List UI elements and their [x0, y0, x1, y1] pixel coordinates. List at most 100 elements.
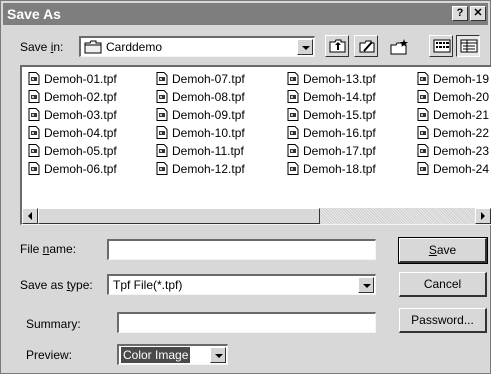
file-item[interactable]: Demoh-04.tpf — [28, 125, 117, 141]
tpf-file-icon — [287, 162, 299, 175]
chevron-down-icon[interactable] — [358, 277, 374, 293]
file-name: Demoh-19 — [433, 72, 490, 86]
file-item[interactable]: Demoh-19 — [417, 71, 489, 87]
scroll-right-button[interactable] — [475, 208, 491, 224]
chevron-down-icon[interactable] — [297, 39, 313, 55]
file-item[interactable]: Demoh-23 — [417, 143, 489, 159]
file-name: Demoh-10.tpf — [172, 126, 245, 140]
file-name: Demoh-01.tpf — [44, 72, 117, 86]
tpf-file-icon — [28, 126, 40, 139]
file-list[interactable]: Demoh-01.tpf Demoh-02.tpf Demoh-03.tpf Demo… — [20, 65, 491, 225]
tpf-file-icon — [417, 108, 429, 121]
chevron-down-icon[interactable] — [210, 347, 226, 363]
new-folder-button[interactable] — [354, 35, 378, 57]
tpf-file-icon — [287, 108, 299, 121]
chevron-right-icon — [481, 212, 485, 220]
file-item[interactable]: Demoh-24 — [417, 161, 489, 177]
summary-input[interactable] — [117, 312, 376, 333]
file-item[interactable]: Demoh-13.tpf — [287, 71, 376, 87]
file-name: Demoh-04.tpf — [44, 126, 117, 140]
chevron-left-icon — [28, 212, 32, 220]
tpf-file-icon — [28, 90, 40, 103]
tpf-file-icon — [287, 144, 299, 157]
tpf-file-icon — [28, 72, 40, 85]
save-as-type-value: Tpf File(*.tpf) — [113, 278, 183, 292]
file-name-input[interactable] — [107, 239, 376, 260]
tpf-file-icon — [417, 144, 429, 157]
file-item[interactable]: Demoh-03.tpf — [28, 107, 117, 123]
file-item[interactable]: Demoh-15.tpf — [287, 107, 376, 123]
file-name: Demoh-09.tpf — [172, 108, 245, 122]
file-name: Demoh-23 — [433, 144, 490, 158]
tpf-file-icon — [156, 144, 168, 157]
up-one-level-button[interactable] — [325, 35, 349, 57]
file-item[interactable]: Demoh-20 — [417, 89, 489, 105]
preview-dropdown[interactable]: Color Image — [117, 344, 228, 365]
file-item[interactable]: Demoh-05.tpf — [28, 143, 117, 159]
file-item[interactable]: Demoh-09.tpf — [156, 107, 245, 123]
file-item[interactable]: Demoh-10.tpf — [156, 125, 245, 141]
file-name: Demoh-02.tpf — [44, 90, 117, 104]
preview-value: Color Image — [121, 347, 191, 363]
file-name-label: File name: — [20, 242, 77, 256]
details-view-button[interactable] — [456, 35, 480, 57]
save-as-type-dropdown[interactable]: Tpf File(*.tpf) — [107, 274, 376, 295]
folder-icon — [84, 40, 102, 57]
close-button[interactable]: ✕ — [470, 6, 486, 21]
password-button[interactable]: Password... — [399, 308, 487, 333]
file-name: Demoh-13.tpf — [303, 72, 376, 86]
title-bar[interactable]: Save As ? ✕ — [3, 3, 488, 25]
tpf-file-icon — [417, 72, 429, 85]
save-in-value: Carddemo — [106, 40, 163, 54]
file-name: Demoh-03.tpf — [44, 108, 117, 122]
details-view-icon — [460, 39, 478, 53]
file-item[interactable]: Demoh-08.tpf — [156, 89, 245, 105]
tpf-file-icon — [417, 126, 429, 139]
save-in-label: Save in: — [20, 40, 64, 54]
tpf-file-icon — [156, 72, 168, 85]
save-as-type-label: Save as type: — [20, 278, 93, 292]
scroll-left-button[interactable] — [22, 208, 38, 224]
up-one-level-icon — [329, 39, 346, 53]
tpf-file-icon — [156, 162, 168, 175]
preview-label: Preview: — [26, 348, 73, 362]
file-item[interactable]: Demoh-01.tpf — [28, 71, 117, 87]
file-name: Demoh-22 — [433, 126, 490, 140]
file-name: Demoh-11.tpf — [172, 144, 244, 158]
file-item[interactable]: Demoh-02.tpf — [28, 89, 117, 105]
summary-label: Summary: — [26, 317, 81, 331]
file-item[interactable]: Demoh-17.tpf — [287, 143, 376, 159]
file-item[interactable]: Demoh-06.tpf — [28, 161, 117, 177]
file-name: Demoh-12.tpf — [172, 162, 245, 176]
cancel-button[interactable]: Cancel — [399, 272, 487, 297]
file-item[interactable]: Demoh-16.tpf — [287, 125, 376, 141]
file-name: Demoh-16.tpf — [303, 126, 376, 140]
file-item[interactable]: Demoh-12.tpf — [156, 161, 245, 177]
file-item[interactable]: Demoh-14.tpf — [287, 89, 376, 105]
file-name: Demoh-05.tpf — [44, 144, 117, 158]
tpf-file-icon — [417, 162, 429, 175]
file-item[interactable]: Demoh-22 — [417, 125, 489, 141]
scroll-thumb[interactable] — [38, 208, 320, 224]
file-name: Demoh-24 — [433, 162, 490, 176]
file-item[interactable]: Demoh-18.tpf — [287, 161, 376, 177]
file-item[interactable]: Demoh-11.tpf — [156, 143, 244, 159]
file-item[interactable]: Demoh-21 — [417, 107, 489, 123]
tpf-file-icon — [156, 108, 168, 121]
save-as-dialog: Save As ? ✕ Save in: Carddemo Demoh-01.t… — [0, 0, 491, 374]
save-in-dropdown[interactable]: Carddemo — [79, 36, 315, 57]
new-folder-icon — [359, 40, 375, 53]
file-name: Demoh-07.tpf — [172, 72, 245, 86]
file-name: Demoh-21 — [433, 108, 490, 122]
file-name: Demoh-15.tpf — [303, 108, 376, 122]
help-button[interactable]: ? — [452, 6, 468, 21]
desktop-button[interactable] — [385, 35, 409, 57]
file-name: Demoh-20 — [433, 90, 490, 104]
file-item[interactable]: Demoh-07.tpf — [156, 71, 245, 87]
tpf-file-icon — [417, 90, 429, 103]
horizontal-scrollbar[interactable] — [22, 208, 491, 224]
file-name: Demoh-18.tpf — [303, 162, 376, 176]
tpf-file-icon — [28, 108, 40, 121]
save-button[interactable]: Save — [398, 237, 488, 264]
list-view-button[interactable] — [429, 35, 453, 57]
